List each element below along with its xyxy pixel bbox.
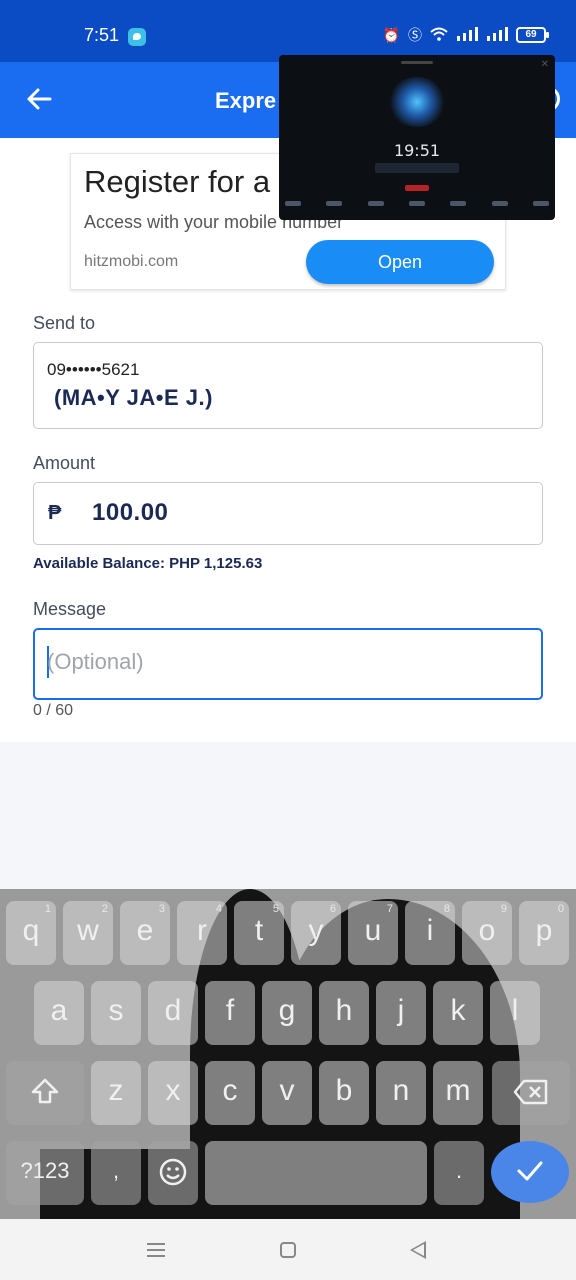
key-label: w (77, 914, 99, 947)
key-hint: 5 (272, 903, 279, 915)
amount-label: Amount (33, 453, 96, 473)
period-key[interactable]: . (434, 1141, 484, 1205)
key-i[interactable]: 8i (405, 901, 455, 965)
message-label: Message (33, 599, 107, 619)
key-label: r (197, 914, 207, 947)
symbols-key[interactable]: ?123 (6, 1141, 84, 1205)
key-b[interactable]: b (319, 1061, 369, 1125)
key-label: y (308, 914, 324, 947)
key-hint: 0 (557, 903, 564, 915)
key-label: p (535, 914, 553, 947)
key-hint: 6 (329, 903, 336, 915)
ad-domain: hitzmobi.com (84, 253, 179, 270)
system-nav-bar (0, 1219, 576, 1280)
soft-keyboard: 1q2w3e4r5t6y7u8i9o0p asdfghjkl zxcvbnm ?… (0, 889, 576, 1219)
key-g[interactable]: g (262, 981, 312, 1045)
key-label: o (478, 914, 496, 947)
key-t[interactable]: 5t (234, 901, 284, 965)
send-to-label: Send to (33, 313, 96, 333)
message-field[interactable] (33, 628, 543, 700)
key-hint: 1 (44, 903, 51, 915)
key-l[interactable]: l (490, 981, 540, 1045)
pip-taskbar (285, 201, 549, 211)
ad-title: Register for a (84, 164, 271, 199)
home-icon[interactable] (280, 1242, 296, 1258)
page-title: Expre (215, 88, 277, 113)
key-m[interactable]: m (433, 1061, 483, 1125)
shift-key[interactable] (6, 1061, 84, 1125)
amount-field[interactable]: ₱ 100.00 (33, 482, 543, 545)
signal-icon-2 (486, 26, 508, 44)
key-x[interactable]: x (148, 1061, 198, 1125)
messenger-icon (128, 28, 146, 46)
space-key[interactable] (205, 1141, 427, 1205)
key-j[interactable]: j (376, 981, 426, 1045)
status-time: 7:51 (84, 25, 120, 45)
key-label: e (136, 914, 154, 947)
key-label: i (426, 914, 434, 947)
key-d[interactable]: d (148, 981, 198, 1045)
key-u[interactable]: 7u (348, 901, 398, 965)
key-e[interactable]: 3e (120, 901, 170, 965)
peso-icon: ₱ (48, 502, 62, 524)
key-p[interactable]: 0p (519, 901, 569, 965)
key-hint: 4 (215, 903, 222, 915)
key-n[interactable]: n (376, 1061, 426, 1125)
enter-key[interactable] (491, 1141, 569, 1203)
nav-back-icon[interactable] (410, 1241, 426, 1259)
key-w[interactable]: 2w (63, 901, 113, 965)
key-v[interactable]: v (262, 1061, 312, 1125)
status-icons: ⏰ Ⓢ 69 (382, 25, 549, 45)
key-label: u (364, 914, 382, 947)
key-label: q (22, 914, 40, 947)
content-background (0, 742, 576, 889)
backspace-key[interactable] (492, 1061, 570, 1125)
key-a[interactable]: a (34, 981, 84, 1045)
ad-open-button[interactable]: Open (306, 240, 494, 284)
back-arrow-icon[interactable] (24, 84, 54, 114)
key-y[interactable]: 6y (291, 901, 341, 965)
key-hint: 7 (386, 903, 393, 915)
key-hint: 2 (101, 903, 108, 915)
key-s[interactable]: s (91, 981, 141, 1045)
signal-icon (456, 26, 478, 44)
emoji-key[interactable] (148, 1141, 198, 1205)
alarm-icon: ⏰ (382, 26, 400, 43)
status-bar: 7:51 ⏰ Ⓢ 69 (0, 0, 576, 62)
pip-warning (405, 185, 429, 191)
wifi-icon (430, 27, 448, 44)
key-hint: 3 (158, 903, 165, 915)
key-h[interactable]: h (319, 981, 369, 1045)
recents-icon[interactable] (147, 1243, 165, 1257)
amount-value: 100.00 (92, 499, 169, 526)
key-z[interactable]: z (91, 1061, 141, 1125)
recipient-number: 09••••••5621 (47, 360, 140, 379)
battery-icon: 69 (516, 27, 549, 43)
key-c[interactable]: c (205, 1061, 255, 1125)
pip-overlay[interactable]: ✕ 19:51 (279, 55, 555, 220)
close-icon[interactable]: ✕ (541, 59, 549, 70)
recipient-name: (MA•Y JA•E J.) (54, 385, 213, 410)
key-hint: 8 (443, 903, 450, 915)
message-input[interactable] (47, 644, 527, 680)
pip-clock: 19:51 (393, 141, 441, 160)
recipient-field[interactable]: 09••••••5621 (MA•Y JA•E J.) (33, 342, 543, 429)
key-label: t (254, 914, 264, 947)
pip-drag-handle[interactable] (401, 61, 433, 64)
wallpaper-creature-icon (387, 77, 447, 127)
key-o[interactable]: 9o (462, 901, 512, 965)
shield-icon: Ⓢ (408, 27, 422, 43)
key-f[interactable]: f (205, 981, 255, 1045)
key-k[interactable]: k (433, 981, 483, 1045)
key-q[interactable]: 1q (6, 901, 56, 965)
pip-notification (375, 163, 459, 173)
key-r[interactable]: 4r (177, 901, 227, 965)
available-balance: Available Balance: PHP 1,125.63 (33, 555, 263, 572)
char-counter: 0 / 60 (33, 702, 74, 719)
comma-key[interactable]: , (91, 1141, 141, 1205)
key-hint: 9 (500, 903, 507, 915)
